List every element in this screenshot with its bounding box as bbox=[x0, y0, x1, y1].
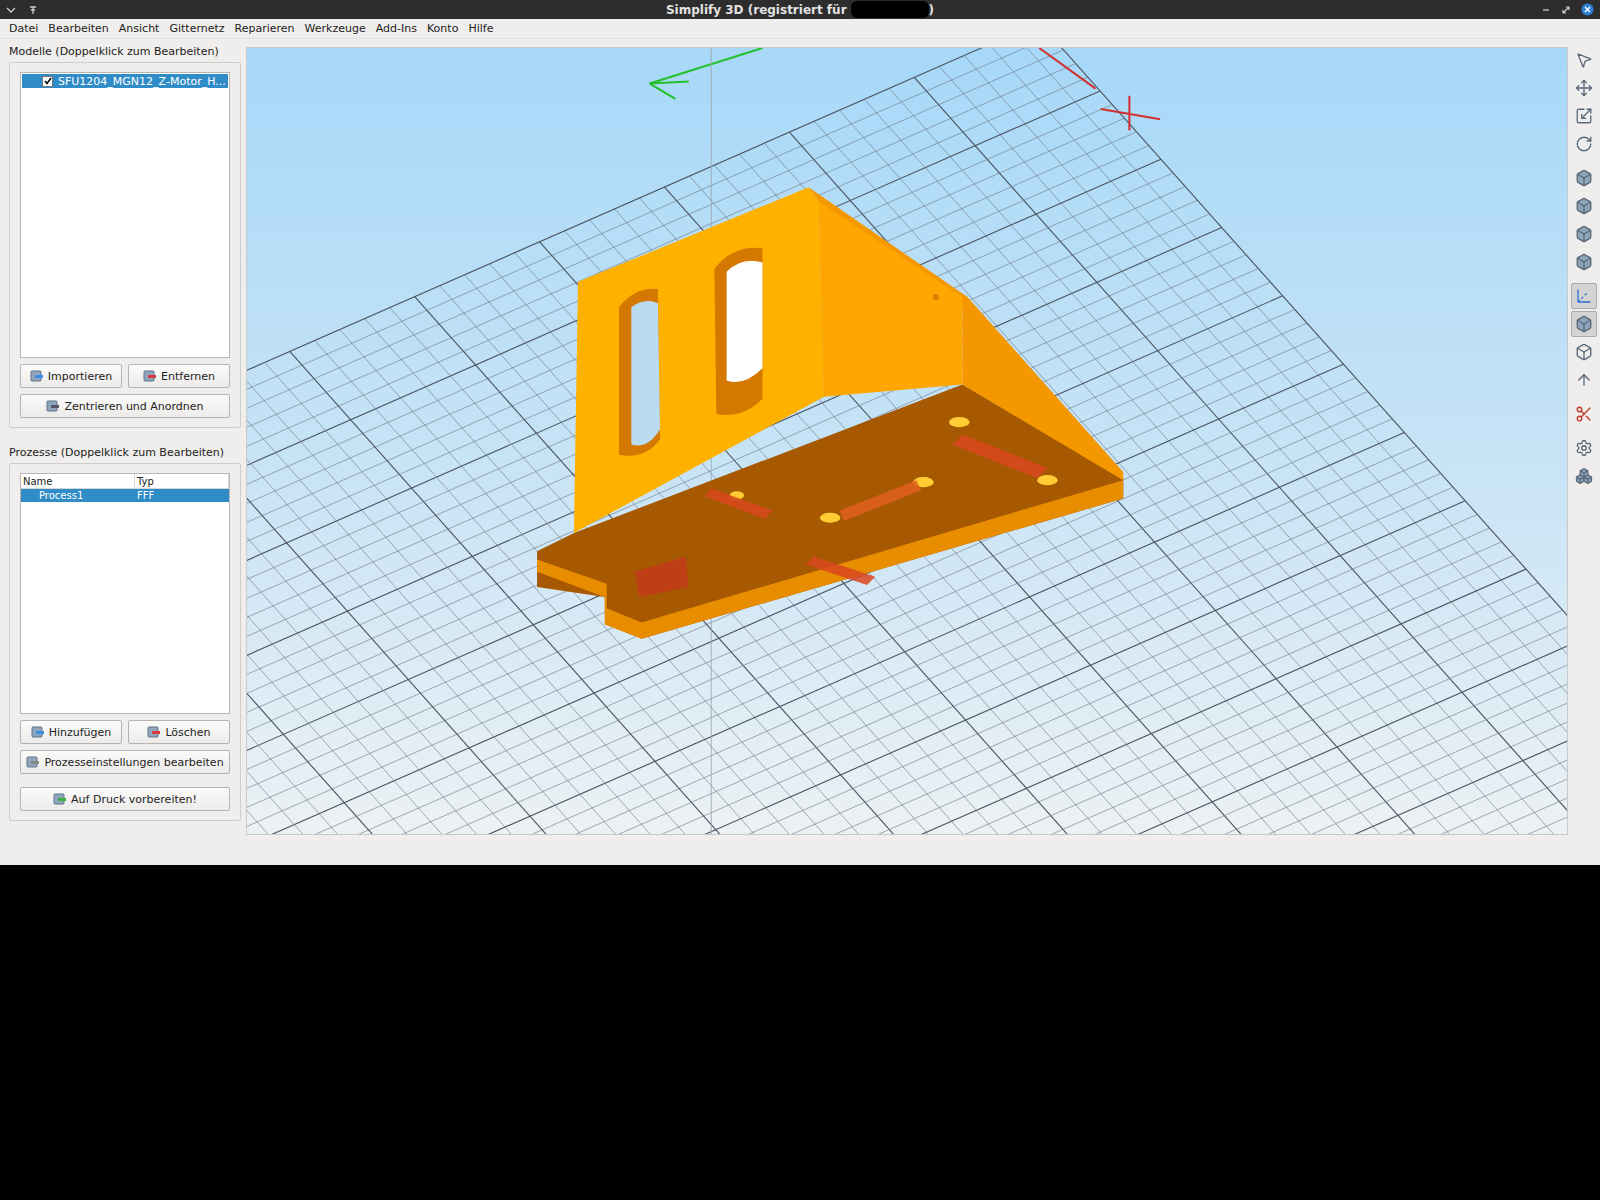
minimize-icon[interactable] bbox=[1541, 5, 1551, 15]
axes-icon bbox=[1575, 287, 1593, 305]
center-arrange-button[interactable]: Zentrieren und Anordnen bbox=[20, 394, 230, 418]
check-icon bbox=[44, 77, 52, 85]
redacted-name bbox=[851, 1, 929, 18]
view-icon bbox=[1575, 253, 1593, 271]
button-icon bbox=[26, 755, 40, 769]
processes-label: Prozesse (Doppelklick zum Bearbeiten) bbox=[9, 446, 241, 459]
button-icon bbox=[147, 725, 161, 739]
menu-bar: DateiBearbeitenAnsichtGitternetzReparier… bbox=[0, 19, 1600, 39]
view-tool[interactable] bbox=[1571, 193, 1597, 219]
settings-tool[interactable] bbox=[1571, 435, 1597, 461]
rotate-icon bbox=[1575, 135, 1593, 153]
processes-table[interactable]: NameTypProcess1FFF bbox=[20, 473, 230, 714]
menu-item[interactable]: Konto bbox=[422, 22, 463, 35]
view-tool[interactable] bbox=[1571, 165, 1597, 191]
process-row[interactable]: Process1FFF bbox=[21, 489, 229, 502]
menu-item[interactable]: Reparieren bbox=[230, 22, 300, 35]
rotate-tool[interactable] bbox=[1571, 131, 1597, 157]
remove-button[interactable]: Entfernen bbox=[128, 364, 230, 388]
menu-item[interactable]: Gitternetz bbox=[164, 22, 229, 35]
solid-icon bbox=[1575, 315, 1593, 333]
import-button[interactable]: Importieren bbox=[20, 364, 122, 388]
menu-item[interactable]: Werkzeuge bbox=[300, 22, 371, 35]
add-button[interactable]: Hinzufügen bbox=[20, 720, 122, 744]
scale-icon bbox=[1575, 107, 1593, 125]
view-tool[interactable] bbox=[1571, 249, 1597, 275]
app-window: Simplify 3D (registriert für)DateiBearbe… bbox=[0, 0, 1600, 865]
scale-tool[interactable] bbox=[1571, 103, 1597, 129]
pin-icon[interactable] bbox=[28, 5, 38, 15]
wire-icon bbox=[1575, 343, 1593, 361]
models-list[interactable]: SFU1204_MGN12_Z-Motor_H... bbox=[20, 72, 230, 358]
processes-group: NameTypProcess1FFF HinzufügenLöschen Proze… bbox=[9, 463, 241, 821]
button-icon bbox=[46, 399, 60, 413]
models-group: SFU1204_MGN12_Z-Motor_H... ImportierenEnt… bbox=[9, 62, 241, 428]
menu-item[interactable]: Ansicht bbox=[114, 22, 165, 35]
button-icon bbox=[31, 725, 45, 739]
3d-viewport[interactable] bbox=[246, 47, 1568, 835]
models-label: Modelle (Doppelklick zum Bearbeiten) bbox=[9, 45, 241, 58]
axes-tool[interactable] bbox=[1571, 283, 1597, 309]
maximize-icon[interactable] bbox=[1561, 5, 1571, 15]
move-icon bbox=[1575, 79, 1593, 97]
model[interactable] bbox=[537, 187, 1123, 638]
model-checkbox[interactable] bbox=[42, 76, 53, 87]
solid-tool[interactable] bbox=[1571, 311, 1597, 337]
menu-item[interactable]: Hilfe bbox=[463, 22, 498, 35]
view-tool[interactable] bbox=[1571, 221, 1597, 247]
button-icon bbox=[143, 369, 157, 383]
normals-tool[interactable] bbox=[1571, 367, 1597, 393]
model-item[interactable]: SFU1204_MGN12_Z-Motor_H... bbox=[22, 74, 228, 88]
window-title: Simplify 3D (registriert für) bbox=[666, 1, 934, 18]
section-tool[interactable] bbox=[1571, 401, 1597, 427]
column-header[interactable]: Typ bbox=[135, 474, 229, 488]
menu-item[interactable]: Datei bbox=[4, 22, 43, 35]
close-icon[interactable] bbox=[1581, 3, 1594, 16]
wire-tool[interactable] bbox=[1571, 339, 1597, 365]
view-icon bbox=[1575, 169, 1593, 187]
screen: Simplify 3D (registriert für)DateiBearbe… bbox=[0, 0, 1600, 1200]
chevron-icon[interactable] bbox=[6, 6, 16, 14]
edit-process-button[interactable]: Prozesseinstellungen bearbeiten bbox=[20, 750, 230, 774]
button-icon bbox=[30, 369, 44, 383]
menu-item[interactable]: Add-Ins bbox=[371, 22, 422, 35]
move-tool[interactable] bbox=[1571, 75, 1597, 101]
build-plate-grid bbox=[247, 48, 1567, 834]
normals-icon bbox=[1575, 371, 1593, 389]
delete-button[interactable]: Löschen bbox=[128, 720, 230, 744]
title-bar: Simplify 3D (registriert für) bbox=[0, 0, 1600, 19]
objects-tool[interactable] bbox=[1571, 463, 1597, 489]
view-icon bbox=[1575, 197, 1593, 215]
table-header: NameTyp bbox=[21, 474, 229, 489]
view-toolbar bbox=[1568, 39, 1600, 865]
select-tool[interactable] bbox=[1571, 47, 1597, 73]
select-icon bbox=[1575, 51, 1593, 69]
objects-icon bbox=[1575, 467, 1593, 485]
section-icon bbox=[1575, 405, 1593, 423]
settings-icon bbox=[1575, 439, 1593, 457]
view-icon bbox=[1575, 225, 1593, 243]
button-icon bbox=[53, 792, 67, 806]
prepare-print-button[interactable]: Auf Druck vorbereiten! bbox=[20, 787, 230, 811]
menu-item[interactable]: Bearbeiten bbox=[43, 22, 113, 35]
left-panel: Modelle (Doppelklick zum Bearbeiten) SFU1… bbox=[0, 39, 246, 865]
column-header[interactable]: Name bbox=[21, 474, 135, 488]
